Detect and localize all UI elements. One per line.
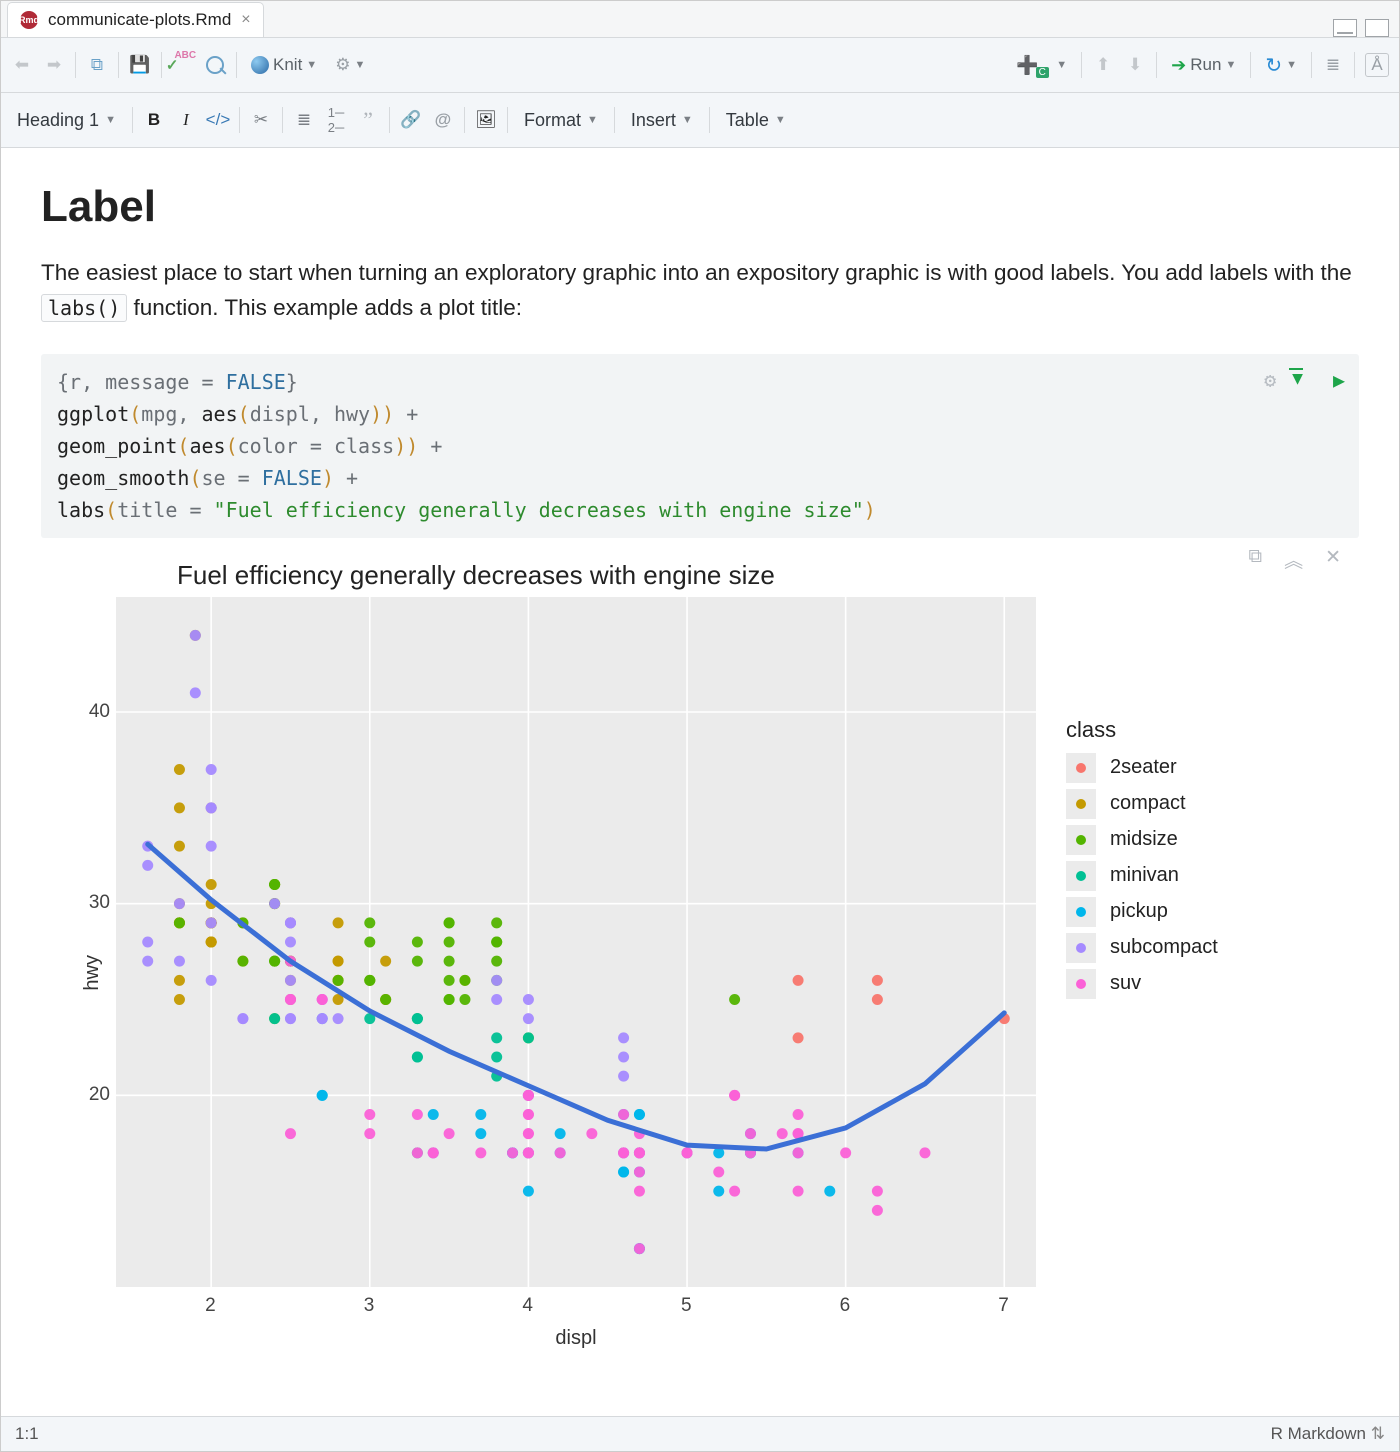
publish-icon: ↻ xyxy=(1265,53,1282,78)
knit-button[interactable]: Knit ▼ xyxy=(247,53,321,77)
spellcheck-icon[interactable]: ✓ABC xyxy=(172,54,194,76)
x-axis-label: displ xyxy=(116,1327,1036,1350)
cursor-position[interactable]: 1:1 xyxy=(15,1424,39,1444)
intro-paragraph: The easiest place to start when turning … xyxy=(41,256,1359,326)
chevron-down-icon: ▼ xyxy=(354,59,365,71)
insert-chunk-icon: ➕C xyxy=(1016,55,1038,76)
run-arrow-icon: ➔ xyxy=(1171,55,1186,76)
source-toolbar: ⬅ ➡ ⧉ 💾 ✓ABC Knit ▼ ⚙ ▼ ➕C ▼ ⬆ ⬇ ➔ Run xyxy=(1,38,1399,93)
y-axis-label: hwy xyxy=(81,955,104,991)
rstudio-editor-pane: Rmd communicate-plots.Rmd × ⬅ ➡ ⧉ 💾 ✓ABC… xyxy=(0,0,1400,1452)
chevron-down-icon: ▼ xyxy=(105,114,116,126)
gear-icon: ⚙ xyxy=(335,55,350,75)
legend-item: minivan xyxy=(1066,861,1218,891)
citation-icon[interactable]: @ xyxy=(432,109,454,131)
tab-filename: communicate-plots.Rmd xyxy=(48,10,231,30)
chevron-down-icon: ▼ xyxy=(1225,59,1236,71)
clear-output-icon[interactable]: ✕ xyxy=(1325,546,1341,573)
link-icon[interactable]: 🔗 xyxy=(400,109,422,131)
maximize-pane-icon[interactable] xyxy=(1365,19,1389,37)
go-prev-chunk-icon[interactable]: ⬆ xyxy=(1092,54,1114,76)
save-icon[interactable]: 💾 xyxy=(129,54,151,76)
chevron-down-icon: ▼ xyxy=(306,59,317,71)
image-icon[interactable]: 🖼 xyxy=(475,109,497,131)
plot-legend: class 2seater compact midsize minivan pickup… xyxy=(1066,717,1218,1005)
chunk-settings-button[interactable]: ⚙ ▼ xyxy=(331,53,369,77)
inline-code: labs() xyxy=(41,294,127,322)
chunk-code: {r, message = FALSE}ggplot(mpg, aes(disp… xyxy=(57,366,1343,526)
show-in-new-window-icon[interactable]: ⧉ xyxy=(86,54,108,76)
clear-format-icon[interactable]: ✂ xyxy=(250,109,272,131)
forward-arrow-icon[interactable]: ➡ xyxy=(43,54,65,76)
tab-bar: Rmd communicate-plots.Rmd × xyxy=(1,1,1399,38)
file-type-select[interactable]: R Markdown ⇅ xyxy=(1271,1424,1385,1444)
close-tab-icon[interactable]: × xyxy=(241,11,250,29)
legend-item: pickup xyxy=(1066,897,1218,927)
chevron-down-icon: ▼ xyxy=(1056,59,1067,71)
knit-icon xyxy=(251,56,269,74)
go-next-chunk-icon[interactable]: ⬇ xyxy=(1124,54,1146,76)
file-tab[interactable]: Rmd communicate-plots.Rmd × xyxy=(7,2,264,37)
legend-item: 2seater xyxy=(1066,753,1218,783)
block-style-select[interactable]: Heading 1 ▼ xyxy=(11,108,122,133)
find-icon[interactable] xyxy=(204,54,226,76)
visual-format-toolbar: Heading 1 ▼ B I </> ✂ ≣ 1─2─ ” 🔗 @ 🖼 For… xyxy=(1,93,1399,148)
chunk-output: ⧉ ︽ ✕ Fuel efficiency generally decrease… xyxy=(41,538,1359,1370)
format-menu[interactable]: Format▼ xyxy=(518,108,604,133)
numbered-list-icon[interactable]: 1─2─ xyxy=(325,109,347,131)
status-bar: 1:1 R Markdown ⇅ xyxy=(1,1416,1399,1451)
legend-item: midsize xyxy=(1066,825,1218,855)
insert-chunk-button[interactable]: ➕C ▼ xyxy=(1012,53,1071,78)
table-menu[interactable]: Table▼ xyxy=(720,108,792,133)
x-axis-ticks: 234567 xyxy=(116,1287,1036,1319)
plot-panel xyxy=(116,597,1036,1287)
bullet-list-icon[interactable]: ≣ xyxy=(293,109,315,131)
insert-menu[interactable]: Insert▼ xyxy=(625,108,699,133)
visual-editor-toggle-icon[interactable]: Å xyxy=(1365,53,1389,77)
section-heading: Label xyxy=(41,182,1359,232)
pane-window-controls xyxy=(1333,15,1399,37)
back-arrow-icon[interactable]: ⬅ xyxy=(11,54,33,76)
legend-item: subcompact xyxy=(1066,933,1218,963)
code-chunk[interactable]: ⚙ ▼ ▶ {r, message = FALSE}ggplot(mpg, ae… xyxy=(41,354,1359,538)
run-above-icon[interactable]: ▼ xyxy=(1292,365,1317,394)
blockquote-icon[interactable]: ” xyxy=(357,109,379,131)
plot-output: Fuel efficiency generally decreases with… xyxy=(81,560,1101,1350)
chevron-down-icon: ▼ xyxy=(1286,59,1297,71)
legend-item: suv xyxy=(1066,969,1218,999)
rmd-file-icon: Rmd xyxy=(20,11,38,29)
legend-title: class xyxy=(1066,717,1218,743)
expand-output-icon[interactable]: ⧉ xyxy=(1248,546,1262,573)
collapse-output-icon[interactable]: ︽ xyxy=(1284,546,1303,573)
code-icon[interactable]: </> xyxy=(207,109,229,131)
minimize-pane-icon[interactable] xyxy=(1333,19,1357,37)
plot-title: Fuel efficiency generally decreases with… xyxy=(177,560,1101,591)
run-button[interactable]: ➔ Run ▼ xyxy=(1167,53,1240,78)
bold-icon[interactable]: B xyxy=(143,109,165,131)
document-body[interactable]: Label The easiest place to start when tu… xyxy=(1,148,1399,1416)
legend-item: compact xyxy=(1066,789,1218,819)
run-chunk-icon[interactable]: ▶ xyxy=(1333,364,1345,396)
outline-icon[interactable]: ≣ xyxy=(1322,54,1344,76)
publish-button[interactable]: ↻ ▼ xyxy=(1261,51,1301,80)
chunk-options-icon[interactable]: ⚙ xyxy=(1264,364,1276,396)
italic-icon[interactable]: I xyxy=(175,109,197,131)
